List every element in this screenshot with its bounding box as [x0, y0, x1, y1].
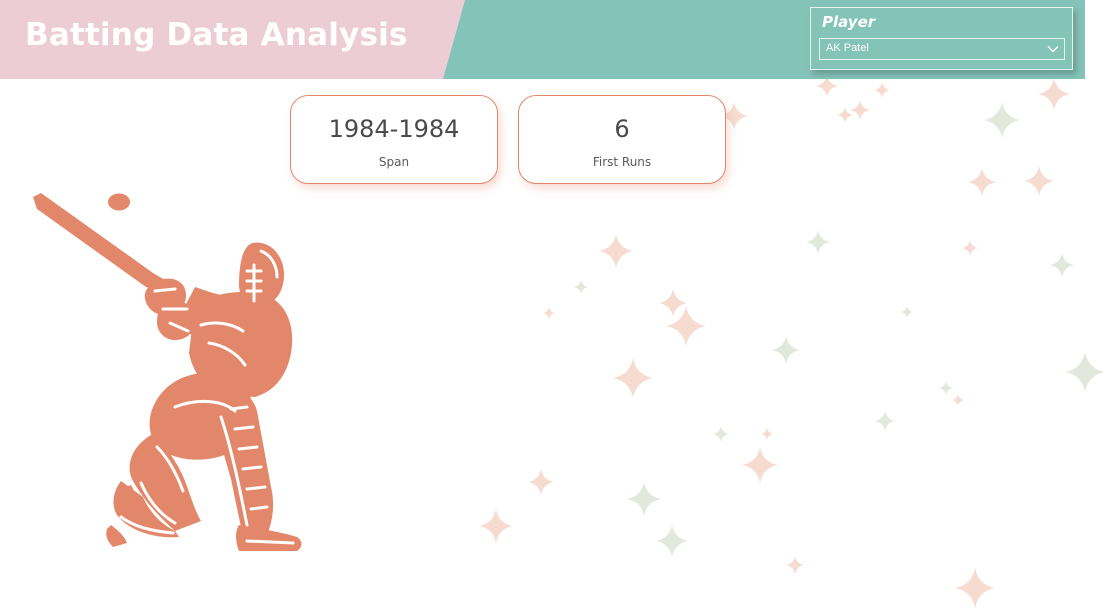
- player-dropdown[interactable]: AK Patel: [819, 38, 1065, 60]
- player-dropdown-value: AK Patel: [826, 42, 869, 54]
- sparkle-icon: [613, 358, 653, 398]
- sparkle-icon: [543, 307, 555, 319]
- kpi-span-label: Span: [378, 155, 410, 169]
- sparkle-icon: [875, 411, 895, 431]
- kpi-card-first-runs: 6 First Runs: [518, 95, 726, 184]
- sparkle-icon: [1050, 253, 1074, 277]
- sparkle-icon: [968, 168, 996, 196]
- sparkle-icon: [939, 381, 953, 395]
- sparkle-icon: [955, 568, 995, 608]
- kpi-card-span: 1984-1984 Span: [290, 95, 498, 184]
- sparkle-icon: [984, 102, 1020, 138]
- sparkle-icon: [627, 482, 661, 516]
- kpi-first-runs-value: 6: [614, 115, 630, 143]
- sparkle-icon: [850, 100, 870, 120]
- kpi-span-value: 1984-1984: [328, 115, 460, 143]
- sparkle-icon: [806, 230, 830, 254]
- sparkle-icon: [962, 240, 978, 256]
- sparkle-icon: [599, 234, 633, 268]
- sparkle-icon: [656, 525, 688, 557]
- cricket-batsman-icon: [33, 193, 302, 551]
- sparkle-icon: [659, 289, 687, 317]
- sparkle-icon: [772, 336, 800, 364]
- page-title: Batting Data Analysis: [25, 17, 408, 53]
- sparkle-icon: [786, 556, 804, 574]
- report-canvas: Batting Data Analysis Player AK Patel 19…: [0, 0, 1108, 608]
- sparkle-icon: [837, 107, 853, 123]
- slicer-title: Player: [822, 13, 876, 31]
- kpi-first-runs-label: First Runs: [592, 155, 652, 169]
- sparkle-icon: [528, 469, 554, 495]
- player-slicer[interactable]: Player AK Patel: [810, 7, 1073, 70]
- sparkle-icon: [574, 280, 588, 294]
- sparkle-icon: [1024, 166, 1054, 196]
- chevron-down-icon[interactable]: [1046, 42, 1060, 56]
- sparkle-icon: [713, 426, 729, 442]
- sparkle-icon: [1038, 78, 1070, 110]
- sparkle-icon: [901, 306, 913, 318]
- sparkle-icon: [1065, 352, 1105, 392]
- sparkle-icon: [952, 394, 964, 406]
- sparkle-icon: [761, 428, 773, 440]
- sparkle-icon: [479, 509, 513, 543]
- sparkle-icon: [742, 447, 778, 483]
- sparkle-icon: [874, 82, 890, 98]
